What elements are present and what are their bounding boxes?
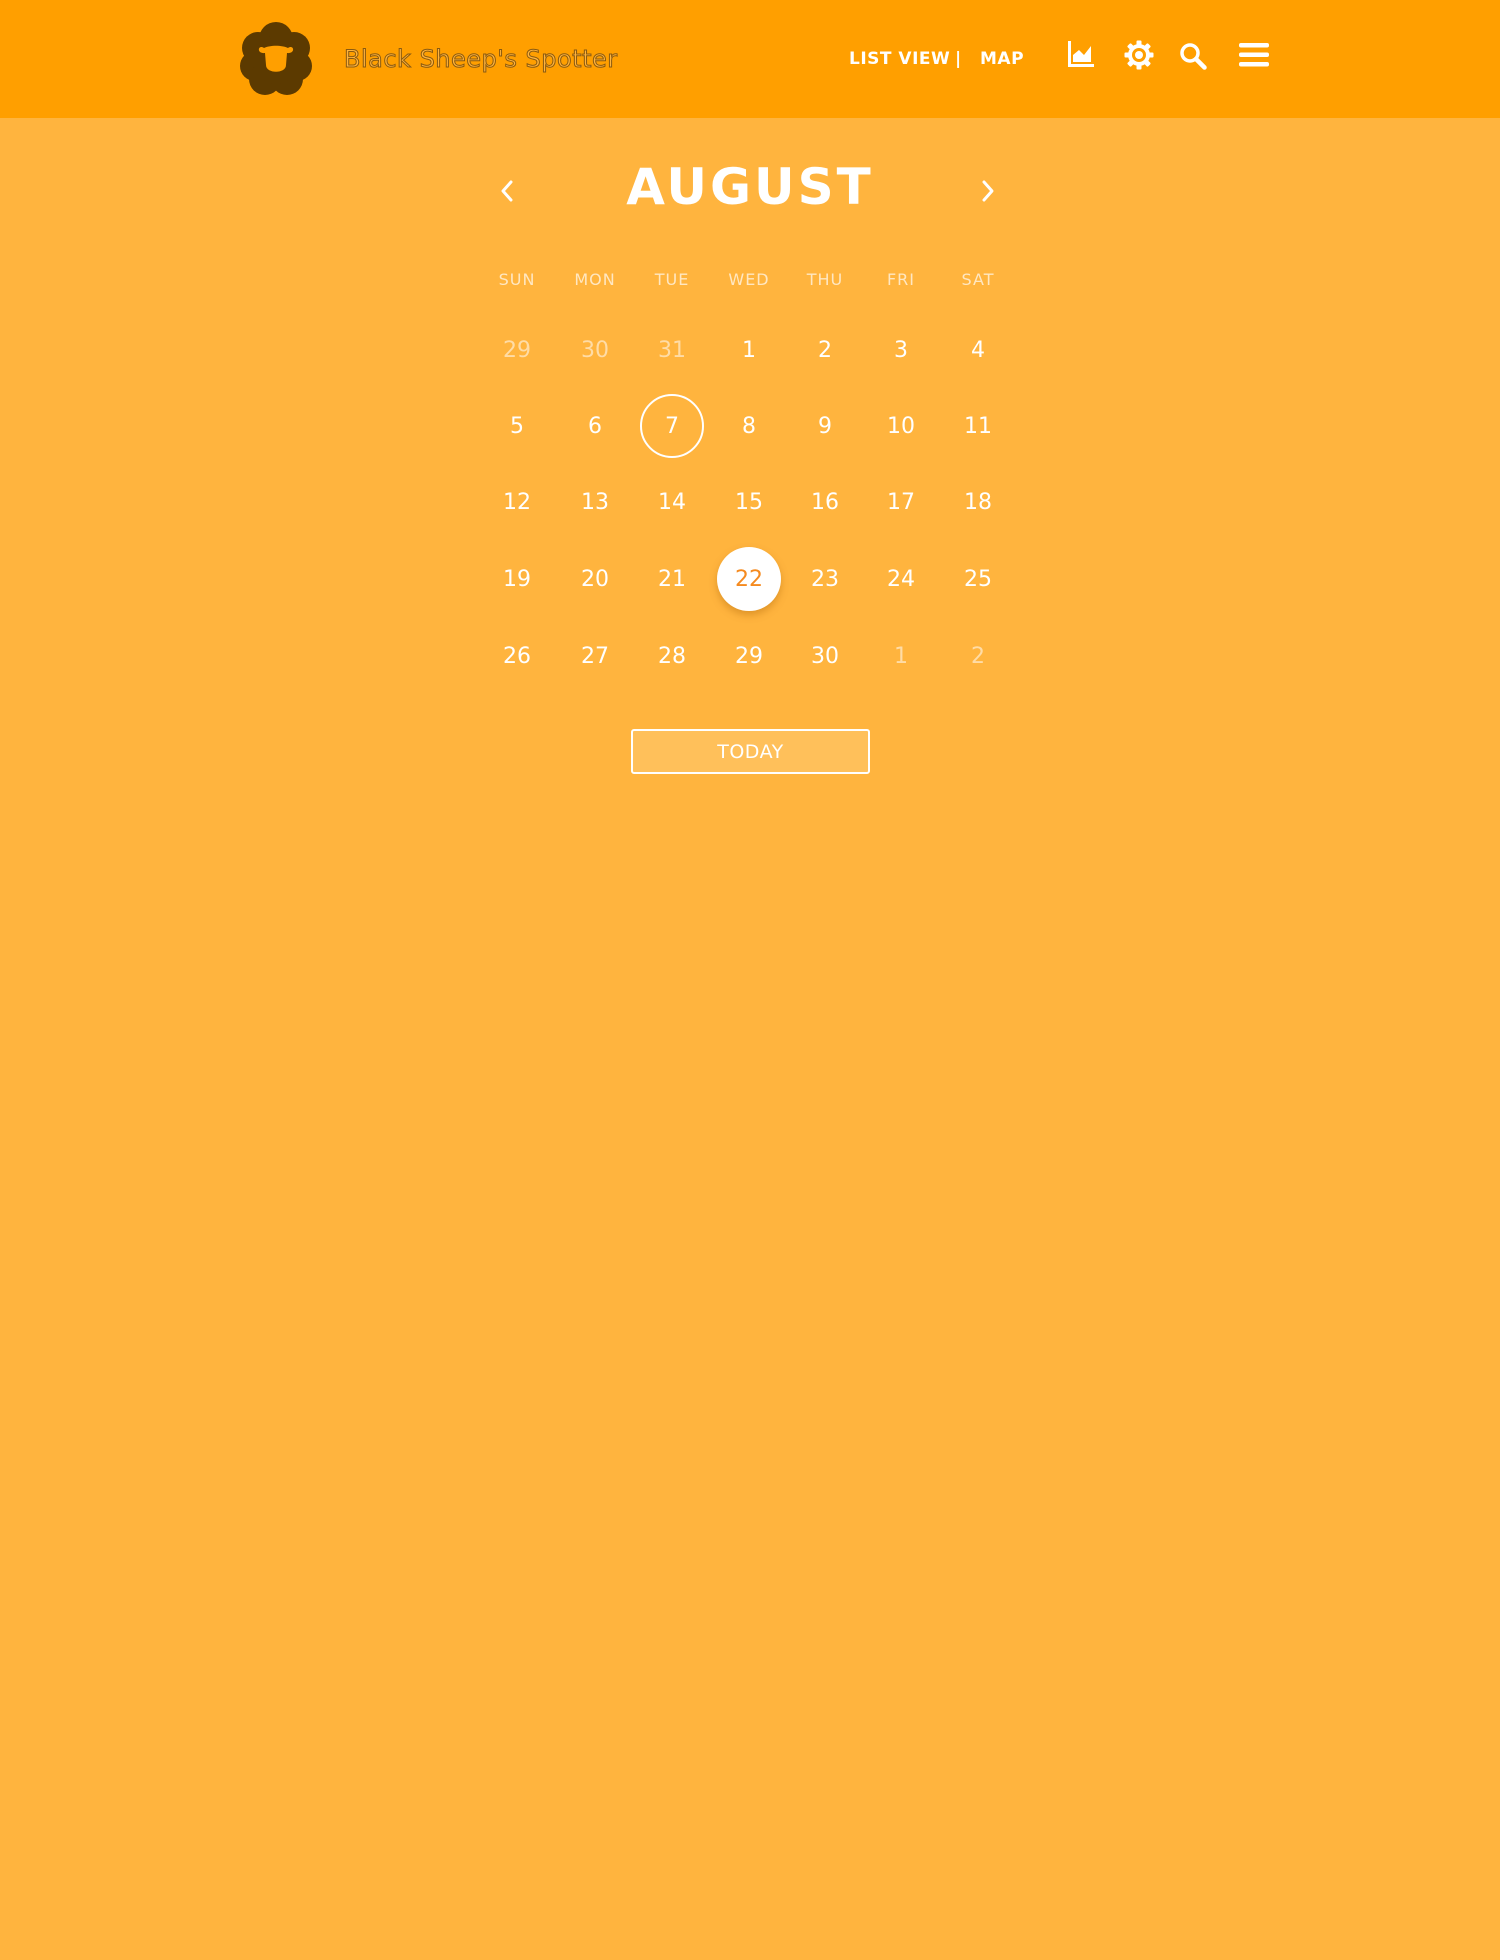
weekday-label: SAT [961, 270, 995, 289]
day-cell[interactable]: 30 [793, 624, 857, 688]
sheep-logo-icon [240, 22, 312, 95]
day-cell[interactable]: 8 [717, 394, 781, 458]
month-title: AUGUST [626, 158, 874, 216]
day-cell[interactable]: 27 [563, 624, 627, 688]
day-cell[interactable]: 9 [793, 394, 857, 458]
day-cell[interactable]: 3 [869, 318, 933, 382]
day-cell[interactable]: 28 [640, 624, 704, 688]
day-cell[interactable]: 19 [485, 547, 549, 611]
gear-icon[interactable] [1124, 40, 1154, 70]
day-cell[interactable]: 12 [485, 470, 549, 534]
day-cell[interactable]: 20 [563, 547, 627, 611]
day-cell-outside-month[interactable]: 30 [563, 318, 627, 382]
weekday-label: THU [806, 270, 844, 289]
day-cell[interactable]: 25 [946, 547, 1010, 611]
day-cell[interactable]: 24 [869, 547, 933, 611]
weekday-label: FRI [886, 270, 916, 289]
day-cell[interactable]: 16 [793, 470, 857, 534]
brand-name: Black Sheep's Spotter [344, 45, 618, 74]
weekday-row: SUN MON TUE WED THU FRI SAT [480, 270, 1020, 290]
day-cell[interactable]: 1 [717, 318, 781, 382]
day-cell[interactable]: 26 [485, 624, 549, 688]
weekday-label: MON [574, 270, 616, 289]
day-cell[interactable]: 13 [563, 470, 627, 534]
day-cell[interactable]: 17 [869, 470, 933, 534]
day-cell[interactable]: 10 [869, 394, 933, 458]
day-cell[interactable]: 11 [946, 394, 1010, 458]
menu-icon[interactable] [1239, 42, 1269, 68]
day-cell[interactable]: 15 [717, 470, 781, 534]
day-cell-outside-month[interactable]: 2 [946, 624, 1010, 688]
search-icon[interactable] [1179, 42, 1207, 70]
day-cell[interactable]: 18 [946, 470, 1010, 534]
chevron-right-icon[interactable] [979, 178, 997, 208]
brand-logo-link[interactable]: Black Sheep's Spotter [204, 14, 619, 104]
day-cell[interactable]: 5 [485, 394, 549, 458]
weekday-label: SUN [498, 270, 536, 289]
day-cell-outside-month[interactable]: 29 [485, 318, 549, 382]
day-cell[interactable]: 21 [640, 547, 704, 611]
list-view-link[interactable]: LIST VIEW [849, 49, 950, 69]
day-cell[interactable]: 6 [563, 394, 627, 458]
day-cell[interactable]: 23 [793, 547, 857, 611]
chart-icon[interactable] [1067, 40, 1095, 68]
today-button[interactable]: TODAY [631, 729, 870, 774]
top-bar: Black Sheep's Spotter LIST VIEW | MAP [0, 0, 1500, 118]
day-cell-outside-month[interactable]: 1 [869, 624, 933, 688]
day-cell[interactable]: 14 [640, 470, 704, 534]
calendar-header: AUGUST [490, 158, 1010, 228]
weekday-label: TUE [654, 270, 690, 289]
day-cell[interactable]: 29 [717, 624, 781, 688]
weekday-label: WED [728, 270, 770, 289]
day-cell[interactable]: 2 [793, 318, 857, 382]
day-cell[interactable]: 4 [946, 318, 1010, 382]
day-cell-marked[interactable]: 7 [640, 394, 704, 458]
day-cell-today[interactable]: 22 [717, 547, 781, 611]
day-cell-outside-month[interactable]: 31 [640, 318, 704, 382]
nav-separator: | [955, 49, 962, 69]
map-link[interactable]: MAP [980, 49, 1024, 69]
